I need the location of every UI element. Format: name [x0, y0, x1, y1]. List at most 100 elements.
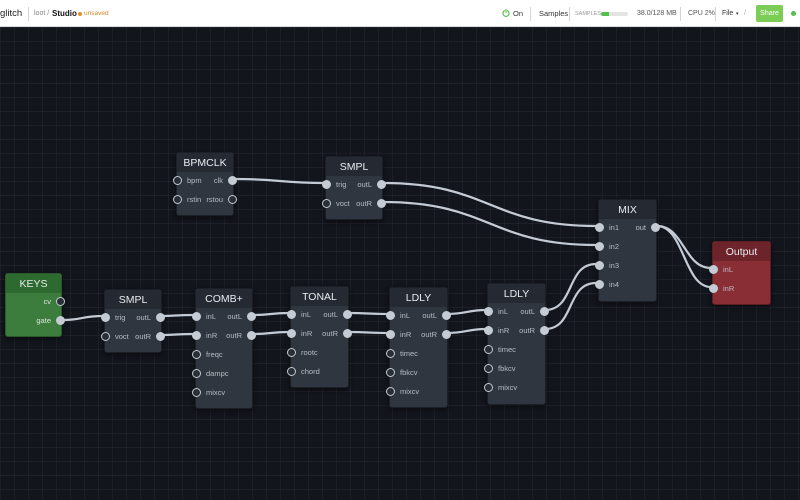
- input-jack-icon[interactable]: [192, 387, 201, 397]
- port-timec[interactable]: timec: [386, 347, 418, 359]
- input-jack-icon[interactable]: [386, 329, 395, 339]
- input-jack-icon[interactable]: [287, 328, 296, 338]
- node-comb[interactable]: COMB+ inL inR freqc dampc mixcv outL out…: [192, 288, 256, 409]
- port-in1[interactable]: in1: [595, 221, 619, 233]
- port-in4[interactable]: in4: [595, 278, 619, 290]
- input-jack-icon[interactable]: [322, 179, 331, 189]
- input-jack-icon[interactable]: [484, 344, 493, 354]
- port-inL[interactable]: inL: [709, 263, 733, 275]
- port-trig[interactable]: trig: [322, 178, 346, 190]
- output-jack-icon[interactable]: [442, 310, 451, 320]
- output-jack-icon[interactable]: [442, 329, 451, 339]
- port-inR[interactable]: inR: [709, 282, 734, 294]
- input-jack-icon[interactable]: [484, 363, 493, 373]
- output-jack-icon[interactable]: [540, 306, 549, 316]
- port-outR[interactable]: outR: [356, 197, 386, 209]
- input-jack-icon[interactable]: [595, 222, 604, 232]
- input-jack-icon[interactable]: [192, 349, 201, 359]
- node-ldly-2[interactable]: LDLY inL inR timec fbkcv mixcv outL outR: [484, 283, 549, 405]
- output-jack-icon[interactable]: [247, 311, 256, 321]
- input-jack-icon[interactable]: [287, 309, 296, 319]
- node-output[interactable]: Output inL inR: [709, 241, 771, 305]
- port-outL[interactable]: outL: [422, 309, 451, 321]
- node-keys[interactable]: KEYS cv gate: [5, 273, 65, 337]
- input-jack-icon[interactable]: [386, 348, 395, 358]
- input-jack-icon[interactable]: [101, 312, 110, 322]
- port-inR[interactable]: inR: [386, 328, 411, 340]
- input-jack-icon[interactable]: [287, 366, 296, 376]
- port-fbkcv[interactable]: fbkcv: [386, 366, 418, 378]
- port-out[interactable]: out: [636, 221, 660, 233]
- output-jack-icon[interactable]: [156, 312, 165, 322]
- port-trig[interactable]: trig: [101, 311, 125, 323]
- input-jack-icon[interactable]: [192, 368, 201, 378]
- port-gate[interactable]: gate: [36, 314, 65, 326]
- port-timec[interactable]: timec: [484, 343, 516, 355]
- node-title[interactable]: COMB+: [196, 289, 252, 308]
- port-outR[interactable]: outR: [519, 324, 549, 336]
- port-outR[interactable]: outR: [421, 328, 451, 340]
- node-title[interactable]: LDLY: [390, 288, 447, 307]
- node-title[interactable]: SMPL: [326, 157, 382, 176]
- input-jack-icon[interactable]: [192, 330, 201, 340]
- port-outL[interactable]: outL: [227, 310, 256, 322]
- node-smpl[interactable]: SMPL trig voct outL outR: [101, 289, 165, 353]
- port-fbkcv[interactable]: fbkcv: [484, 362, 516, 374]
- port-inL[interactable]: inL: [386, 309, 410, 321]
- node-title[interactable]: Output: [713, 242, 770, 261]
- output-jack-icon[interactable]: [247, 330, 256, 340]
- output-jack-icon[interactable]: [156, 331, 165, 341]
- node-bpmclk[interactable]: BPMCLK bpm rstin clk rstou: [173, 152, 237, 216]
- node-title[interactable]: TONAL: [291, 287, 348, 306]
- port-bpm[interactable]: bpm: [173, 174, 202, 186]
- node-tonal[interactable]: TONAL inL inR rootc chord outL outR: [287, 286, 352, 388]
- port-cv[interactable]: cv: [44, 295, 65, 307]
- output-jack-icon[interactable]: [343, 309, 352, 319]
- node-ldly-1[interactable]: LDLY inL inR timec fbkcv mixcv outL outR: [386, 287, 451, 408]
- port-outL[interactable]: outL: [136, 311, 165, 323]
- input-jack-icon[interactable]: [484, 325, 493, 335]
- output-jack-icon[interactable]: [228, 194, 237, 204]
- port-inR[interactable]: inR: [484, 324, 509, 336]
- port-freqc[interactable]: freqc: [192, 348, 223, 360]
- output-jack-icon[interactable]: [228, 175, 237, 185]
- input-jack-icon[interactable]: [192, 311, 201, 321]
- input-jack-icon[interactable]: [484, 306, 493, 316]
- port-inL[interactable]: inL: [287, 308, 311, 320]
- input-jack-icon[interactable]: [595, 279, 604, 289]
- input-jack-icon[interactable]: [287, 347, 296, 357]
- input-jack-icon[interactable]: [386, 386, 395, 396]
- output-jack-icon[interactable]: [56, 296, 65, 306]
- port-outR[interactable]: outR: [322, 327, 352, 339]
- node-title[interactable]: MIX: [599, 200, 656, 219]
- input-jack-icon[interactable]: [386, 367, 395, 377]
- port-outR[interactable]: outR: [226, 329, 256, 341]
- output-jack-icon[interactable]: [377, 198, 386, 208]
- node-mix[interactable]: MIX in1 in2 in3 in4 out: [595, 199, 660, 302]
- output-jack-icon[interactable]: [540, 325, 549, 335]
- port-outL[interactable]: outL: [520, 305, 549, 317]
- input-jack-icon[interactable]: [484, 382, 493, 392]
- port-voct[interactable]: voct: [322, 197, 350, 209]
- input-jack-icon[interactable]: [322, 198, 331, 208]
- port-outL[interactable]: outL: [357, 178, 386, 190]
- output-jack-icon[interactable]: [651, 222, 660, 232]
- input-jack-icon[interactable]: [595, 241, 604, 251]
- port-inR[interactable]: inR: [287, 327, 312, 339]
- output-jack-icon[interactable]: [56, 315, 65, 325]
- port-mixcv[interactable]: mixcv: [386, 385, 419, 397]
- node-title[interactable]: SMPL: [105, 290, 161, 309]
- port-mixcv[interactable]: mixcv: [192, 386, 225, 398]
- input-jack-icon[interactable]: [386, 310, 395, 320]
- node-title[interactable]: BPMCLK: [177, 153, 233, 172]
- port-dampc[interactable]: dampc: [192, 367, 229, 379]
- port-in2[interactable]: in2: [595, 240, 619, 252]
- input-jack-icon[interactable]: [709, 264, 718, 274]
- port-inL[interactable]: inL: [484, 305, 508, 317]
- node-title[interactable]: KEYS: [6, 274, 61, 293]
- port-clk[interactable]: clk: [214, 174, 237, 186]
- port-mixcv[interactable]: mixcv: [484, 381, 517, 393]
- port-inR[interactable]: inR: [192, 329, 217, 341]
- output-jack-icon[interactable]: [343, 328, 352, 338]
- input-jack-icon[interactable]: [173, 175, 182, 185]
